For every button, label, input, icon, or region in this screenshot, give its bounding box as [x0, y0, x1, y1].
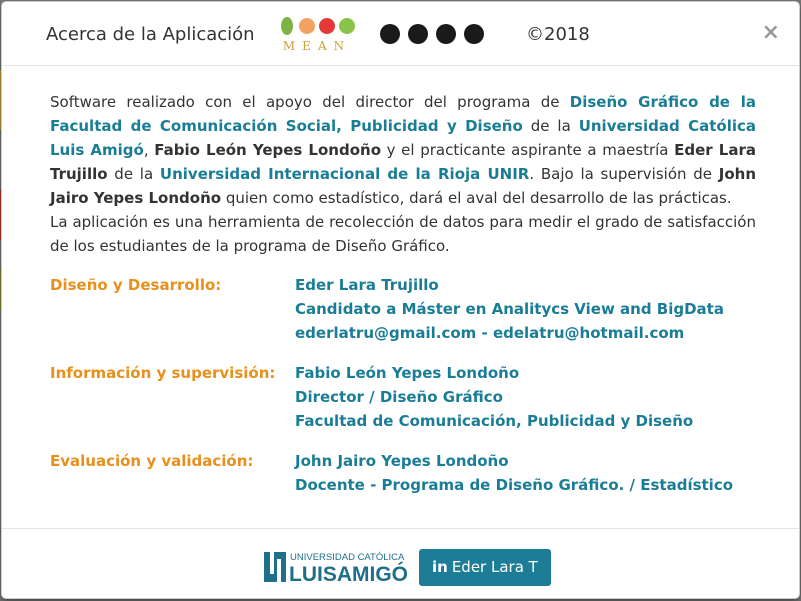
credit-details: John Jairo Yepes Londoño Docente - Progra…	[295, 449, 733, 497]
credit-line: Fabio León Yepes Londoño	[295, 364, 520, 382]
credit-line: Facultad de Comunicación, Publicidad y D…	[295, 412, 694, 430]
intro-plain-text: quien como estadístico, dará el aval del…	[221, 189, 732, 207]
credit-details: Fabio León Yepes Londoño Director / Diseñ…	[295, 361, 693, 433]
chrome-icon	[380, 24, 400, 44]
modal-header: Acerca de la Aplicación MEAN ©2018 ×	[2, 2, 799, 66]
credit-row: Diseño y Desarrollo: Eder Lara Trujillo Ca…	[50, 273, 753, 345]
credit-label: Evaluación y validación:	[50, 452, 254, 470]
credit-line: Director / Diseño Gráfico	[295, 388, 503, 406]
mean-logo-text: MEAN	[283, 39, 351, 53]
logo-top-text: UNIVERSIDAD CATÓLICA	[290, 552, 405, 563]
credit-line: Candidato a Máster en Analitycs View and…	[295, 300, 724, 318]
firefox-icon	[408, 24, 428, 44]
intro-plain-text: ,	[143, 141, 155, 159]
intro-paragraph-2: La aplicación es una herramienta de reco…	[50, 213, 756, 255]
intro-plain-text: Software realizado con el apoyo del dire…	[50, 93, 570, 111]
intro-link-text[interactable]: Universidad Internacional de la Rioja UN…	[160, 165, 529, 183]
modal-title: Acerca de la Aplicación	[46, 24, 255, 45]
mean-stack-logo: MEAN	[281, 17, 355, 53]
copyright-year: ©2018	[526, 24, 590, 45]
modal-body: Software realizado con el apoyo del dire…	[2, 66, 799, 497]
linkedin-icon: in	[432, 558, 448, 576]
linkedin-button[interactable]: in Eder Lara T	[419, 549, 551, 586]
about-modal: Acerca de la Aplicación MEAN ©2018 × Sof…	[1, 1, 800, 599]
linkedin-button-label: Eder Lara T	[451, 558, 538, 576]
intro-plain-text: de la	[107, 165, 160, 183]
edge-icon	[436, 24, 456, 44]
credits-list: Diseño y Desarrollo: Eder Lara Trujillo Ca…	[50, 273, 753, 497]
credit-line: John Jairo Yepes Londoño	[295, 452, 509, 470]
intro-text: Software realizado con el apoyo del dire…	[50, 90, 756, 258]
logo-bottom-text: LUISAMIGÓ	[289, 562, 408, 585]
credit-details: Eder Lara Trujillo Candidato a Máster en …	[295, 273, 724, 345]
close-button[interactable]: ×	[762, 22, 780, 44]
intro-plain-text: y el practicante aspirante a maestría	[381, 141, 675, 159]
modal-footer: UNIVERSIDAD CATÓLICA LUISAMIGÓ in Eder La…	[2, 528, 799, 598]
browser-icons	[380, 24, 484, 44]
intro-paragraph: Software realizado con el apoyo del dire…	[50, 90, 756, 210]
intro-name-text: Fabio León Yepes Londoño	[154, 141, 381, 159]
credit-label: Información y supervisión:	[50, 364, 276, 382]
credit-line: ederlatru@gmail.com - edelatru@hotmail.c…	[295, 324, 685, 342]
credit-row: Evaluación y validación: John Jairo Yepes…	[50, 449, 753, 497]
intro-plain-text: de la	[522, 117, 579, 135]
luis-amigo-logo: UNIVERSIDAD CATÓLICA LUISAMIGÓ	[264, 552, 408, 585]
intro-plain-text: . Bajo la supervisión de	[529, 165, 719, 183]
credit-label: Diseño y Desarrollo:	[50, 276, 222, 294]
credit-row: Información y supervisión: Fabio León Yep…	[50, 361, 753, 433]
credit-line: Docente - Programa de Diseño Gráfico. / …	[295, 476, 734, 494]
safari-icon	[464, 24, 484, 44]
credit-line: Eder Lara Trujillo	[295, 276, 439, 294]
